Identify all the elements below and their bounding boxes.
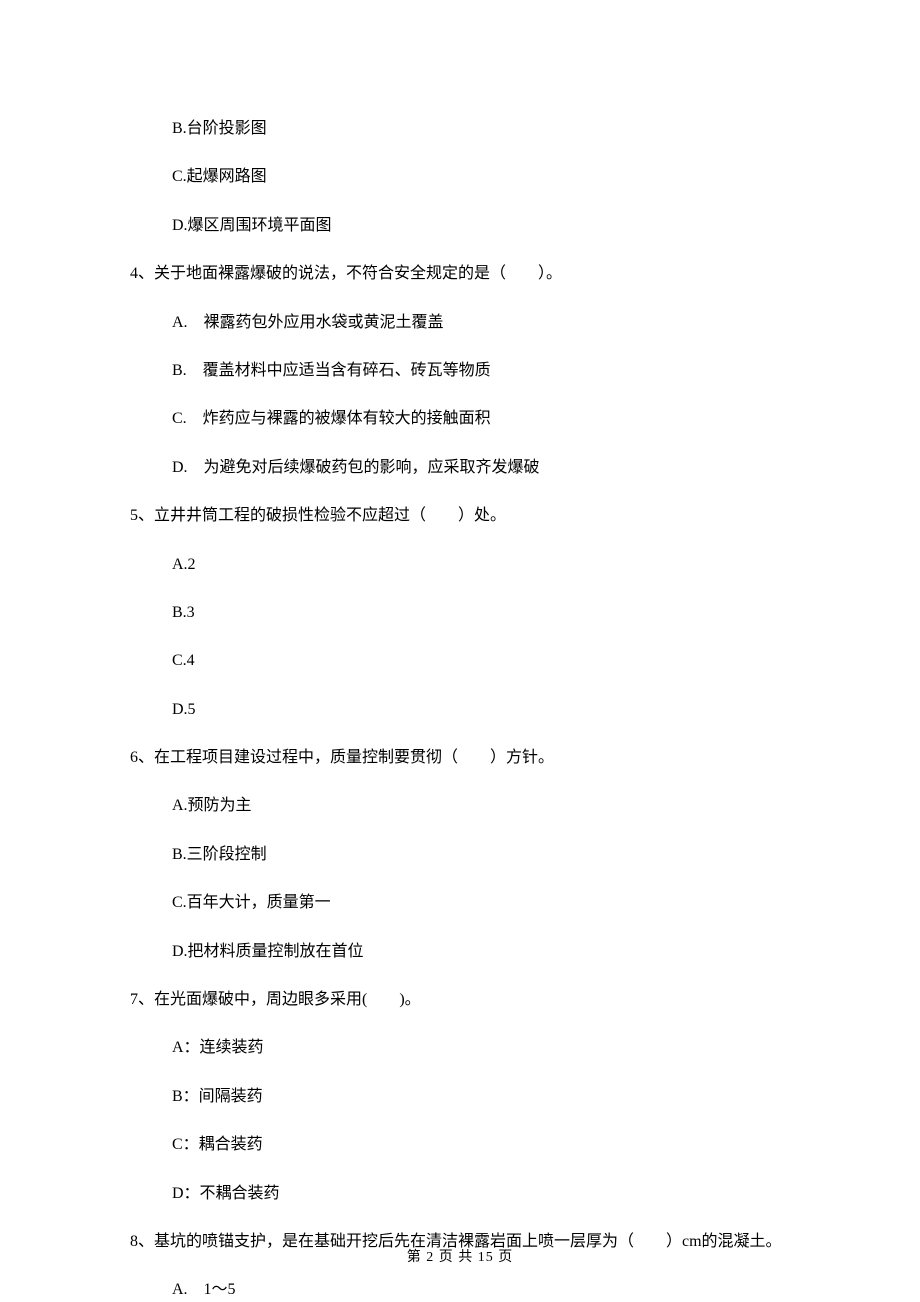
page-content: B.台阶投影图 C.起爆网路图 D.爆区周围环境平面图 4、关于地面裸露爆破的说… bbox=[0, 0, 920, 1302]
question-4-stem: 4、关于地面裸露爆破的说法，不符合安全规定的是（ ）。 bbox=[130, 263, 790, 285]
question-6-option-d: D.把材料质量控制放在首位 bbox=[172, 941, 790, 963]
page-footer: 第 2 页 共 15 页 bbox=[0, 1246, 920, 1266]
question-5-option-c: C.4 bbox=[172, 650, 790, 672]
question-6-option-a: A.预防为主 bbox=[172, 795, 790, 817]
question-7-option-a: A：连续装药 bbox=[172, 1037, 790, 1059]
question-4-option-b: B. 覆盖材料中应适当含有碎石、砖瓦等物质 bbox=[172, 360, 790, 382]
question-5-option-b: B.3 bbox=[172, 602, 790, 624]
question-8-option-a: A. 1～5 bbox=[172, 1279, 790, 1301]
prev-option-b: B.台阶投影图 bbox=[172, 118, 790, 140]
question-5-option-a: A.2 bbox=[172, 554, 790, 576]
question-7-stem: 7、在光面爆破中，周边眼多采用( )。 bbox=[130, 989, 790, 1011]
question-5-stem: 5、立井井筒工程的破损性检验不应超过（ ）处。 bbox=[130, 505, 790, 527]
prev-option-c: C.起爆网路图 bbox=[172, 166, 790, 188]
question-6-option-b: B.三阶段控制 bbox=[172, 844, 790, 866]
question-4-option-d: D. 为避免对后续爆破药包的影响，应采取齐发爆破 bbox=[172, 457, 790, 479]
question-7-option-c: C：耦合装药 bbox=[172, 1134, 790, 1156]
question-6-option-c: C.百年大计，质量第一 bbox=[172, 892, 790, 914]
question-5-option-d: D.5 bbox=[172, 699, 790, 721]
question-7-option-d: D：不耦合装药 bbox=[172, 1183, 790, 1205]
question-4-option-a: A. 裸露药包外应用水袋或黄泥土覆盖 bbox=[172, 312, 790, 334]
question-4-option-c: C. 炸药应与裸露的被爆体有较大的接触面积 bbox=[172, 408, 790, 430]
question-7-option-b: B：间隔装药 bbox=[172, 1086, 790, 1108]
question-6-stem: 6、在工程项目建设过程中，质量控制要贯彻（ ）方针。 bbox=[130, 747, 790, 769]
prev-option-d: D.爆区周围环境平面图 bbox=[172, 215, 790, 237]
